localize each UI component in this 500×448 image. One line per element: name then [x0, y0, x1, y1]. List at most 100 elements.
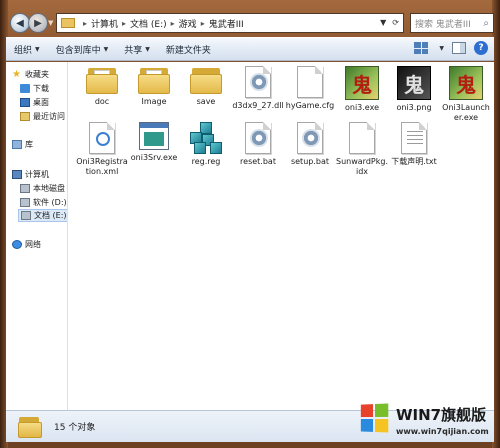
nav-drive-e-label: 文档 (E:): [34, 211, 67, 220]
hard-drive-icon: [21, 211, 31, 220]
file-item-download-notice-txt[interactable]: 下载声明.txt: [388, 122, 440, 167]
file-item-doc[interactable]: doc: [76, 66, 128, 107]
folder-icon: [86, 66, 118, 94]
preview-pane-icon[interactable]: [452, 42, 466, 54]
blank-file-icon: [349, 122, 375, 154]
nav-recent[interactable]: 最近访问: [20, 110, 65, 123]
chevron-down-icon[interactable]: ▼: [439, 45, 444, 52]
nav-desktop[interactable]: 桌面: [20, 96, 49, 109]
file-name: reset.bat: [240, 157, 276, 166]
file-item-oni3srv-exe[interactable]: oni3Srv.exe: [128, 122, 180, 163]
file-item-image[interactable]: Image: [128, 66, 180, 107]
new-folder-button[interactable]: 新建文件夹: [158, 38, 219, 60]
search-input[interactable]: 搜索 鬼武者III ⌕: [410, 13, 494, 33]
file-item-oni3-png[interactable]: 鬼 oni3.png: [388, 66, 440, 113]
nav-favorites[interactable]: ★ 收藏夹: [12, 68, 49, 81]
game-exe-icon: 鬼: [449, 66, 483, 100]
file-name: save: [196, 97, 216, 106]
registry-file-icon: [190, 122, 222, 154]
file-name: oni3.png: [396, 103, 432, 112]
share-button[interactable]: 共享 ▼: [116, 38, 158, 60]
include-in-library-label: 包含到库中: [55, 45, 101, 56]
file-item-oni3-exe[interactable]: 鬼 oni3.exe: [336, 66, 388, 113]
help-icon[interactable]: ?: [474, 41, 488, 55]
nav-desktop-label: 桌面: [33, 98, 49, 107]
breadcrumb-onimusha3[interactable]: 鬼武者III: [209, 17, 244, 30]
file-item-save[interactable]: save: [180, 66, 232, 107]
navigation-pane[interactable]: ★ 收藏夹 下载 桌面 最近访问 库 计算机 本地磁盘 软件 (D:) 文档 (…: [6, 62, 68, 410]
forward-button[interactable]: ▶: [28, 13, 48, 33]
file-name: reg.reg: [191, 157, 221, 166]
explorer-body: ★ 收藏夹 下载 桌面 最近访问 库 计算机 本地磁盘 软件 (D:) 文档 (…: [6, 62, 494, 410]
breadcrumb-games[interactable]: 游戏: [179, 17, 197, 30]
file-item-reset-bat[interactable]: reset.bat: [232, 122, 284, 167]
nav-libraries-label: 库: [25, 140, 33, 149]
file-name: SunwardPkg.idx: [336, 157, 388, 176]
include-in-library-button[interactable]: 包含到库中 ▼: [48, 38, 117, 60]
chevron-right-icon[interactable]: ▸: [171, 19, 175, 28]
breadcrumb-computer[interactable]: 计算机: [91, 17, 118, 30]
folder-icon: [61, 18, 75, 28]
folder-icon: [18, 416, 42, 438]
nav-drive-d-label: 软件 (D:): [33, 198, 67, 207]
organize-button[interactable]: 组织 ▼: [6, 38, 48, 60]
game-exe-icon: 鬼: [345, 66, 379, 100]
item-count: 15 个对象: [54, 423, 96, 433]
share-label: 共享: [124, 45, 143, 56]
desktop-icon: [20, 98, 30, 107]
nav-drive-e[interactable]: 文档 (E:): [18, 209, 67, 222]
file-item-oni3launcher-exe[interactable]: 鬼 Oni3Launcher.exe: [440, 66, 492, 123]
file-name: d3dx9_27.dll: [232, 101, 284, 110]
folder-icon: [138, 66, 170, 94]
file-name: Oni3Launcher.exe: [442, 103, 490, 122]
chevron-right-icon[interactable]: ▸: [83, 19, 87, 28]
file-item-setup-bat[interactable]: setup.bat: [284, 122, 336, 167]
nav-drive-d[interactable]: 软件 (D:): [20, 196, 67, 209]
nav-recent-label: 最近访问: [33, 112, 65, 121]
app-exe-icon: [139, 122, 169, 150]
nav-network-label: 网络: [25, 240, 41, 249]
watermark: WIN7旗舰版 www.win7qijian.com: [356, 400, 496, 446]
nav-libraries[interactable]: 库: [12, 138, 33, 151]
star-icon: ★: [12, 69, 21, 80]
nav-local-disk[interactable]: 本地磁盘: [20, 182, 65, 195]
recent-places-icon: [20, 112, 30, 121]
file-item-d3dx9-dll[interactable]: d3dx9_27.dll: [232, 66, 284, 111]
toolbar-right: ▼ ?: [414, 41, 488, 55]
address-row: ◀ ▶ ▼ ▸ 计算机 ▸ 文档 (E:) ▸ 游戏 ▸ 鬼武者III ▼ ⟳ …: [6, 10, 494, 36]
file-name: oni3Srv.exe: [130, 153, 178, 162]
breadcrumb-drive-e[interactable]: 文档 (E:): [130, 17, 167, 30]
file-name: setup.bat: [290, 157, 330, 166]
nav-favorites-label: 收藏夹: [25, 70, 49, 79]
history-dropdown-icon[interactable]: ▼: [48, 19, 53, 27]
address-bar[interactable]: ▸ 计算机 ▸ 文档 (E:) ▸ 游戏 ▸ 鬼武者III ▼ ⟳: [56, 13, 404, 33]
refresh-icon[interactable]: ⟳: [392, 18, 399, 27]
downloads-icon: [20, 84, 30, 93]
network-icon: [12, 240, 22, 249]
file-item-hygame-cfg[interactable]: hyGame.cfg: [284, 66, 336, 111]
blank-file-icon: [297, 66, 323, 98]
address-dropdown-icon[interactable]: ▼: [380, 18, 386, 27]
back-button[interactable]: ◀: [10, 13, 30, 33]
watermark-url: www.win7qijian.com: [396, 427, 489, 436]
nav-computer-label: 计算机: [25, 170, 49, 179]
png-image-icon: 鬼: [397, 66, 431, 100]
file-name: Oni3Registration.xml: [76, 157, 128, 176]
chevron-down-icon: ▼: [103, 45, 109, 53]
hard-drive-icon: [20, 198, 30, 207]
change-view-icon[interactable]: [414, 42, 429, 54]
command-bar: 组织 ▼ 包含到库中 ▼ 共享 ▼ 新建文件夹 ▼ ?: [6, 37, 494, 61]
nav-computer[interactable]: 计算机: [12, 168, 49, 181]
chevron-right-icon[interactable]: ▸: [122, 19, 126, 28]
nav-network[interactable]: 网络: [12, 238, 41, 251]
windows-logo-icon: [360, 403, 391, 434]
batch-file-icon: [297, 122, 323, 154]
chevron-right-icon[interactable]: ▸: [201, 19, 205, 28]
chevron-down-icon: ▼: [145, 45, 150, 53]
file-name: hyGame.cfg: [285, 101, 335, 110]
nav-downloads[interactable]: 下载: [20, 82, 49, 95]
search-icon[interactable]: ⌕: [483, 18, 489, 29]
file-item-oni3registration-xml[interactable]: Oni3Registration.xml: [76, 122, 128, 177]
file-item-sunwardpkg-idx[interactable]: SunwardPkg.idx: [336, 122, 388, 177]
file-item-reg-reg[interactable]: reg.reg: [180, 122, 232, 167]
